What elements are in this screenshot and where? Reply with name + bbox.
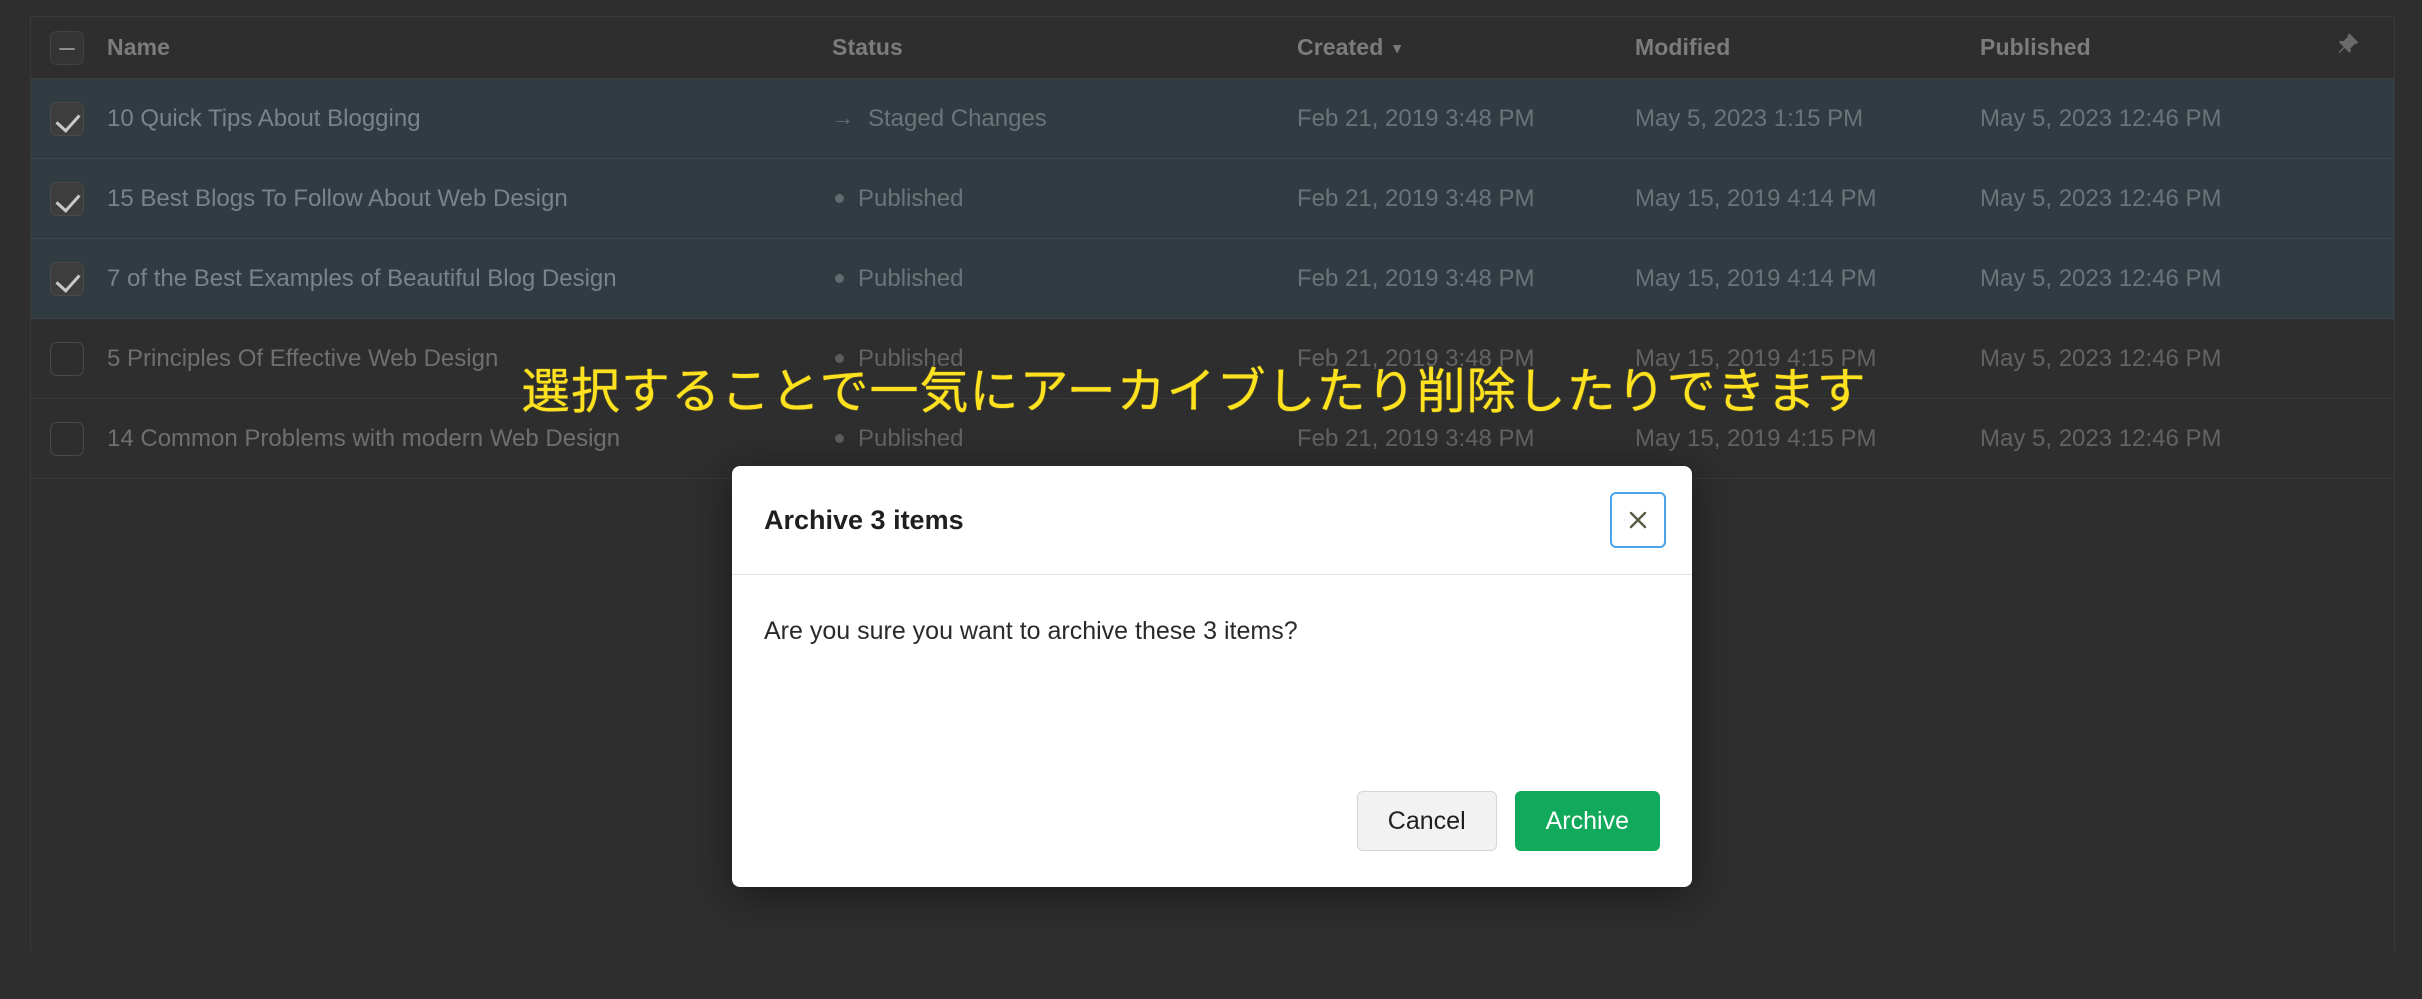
column-header-published[interactable]: Published: [1980, 34, 2302, 61]
row-created-date: Feb 21, 2019 3:48 PM: [1297, 264, 1535, 292]
column-header-status[interactable]: Status: [832, 34, 1297, 61]
row-created-date: Feb 21, 2019 3:48 PM: [1297, 104, 1535, 132]
row-name[interactable]: 15 Best Blogs To Follow About Web Design: [103, 185, 832, 213]
status-dot-icon: [835, 274, 844, 283]
row-status: Published: [832, 425, 1297, 453]
arrow-right-icon: →: [832, 104, 854, 130]
select-all-checkbox-cell[interactable]: [31, 30, 103, 65]
row-status-label: Published: [858, 184, 964, 212]
status-dot-icon: [835, 194, 844, 203]
column-header-created-label: Created: [1297, 34, 1384, 60]
row-checkbox-cell[interactable]: [31, 421, 103, 456]
row-published-date: May 5, 2023 12:46 PM: [1980, 264, 2222, 292]
dialog-header: Archive 3 items: [732, 466, 1692, 575]
row-published-date: May 5, 2023 12:46 PM: [1980, 104, 2222, 132]
status-dot-icon: [835, 434, 844, 443]
row-published-date: May 5, 2023 12:46 PM: [1980, 424, 2222, 452]
close-dialog-button[interactable]: [1610, 492, 1666, 548]
table-row[interactable]: 15 Best Blogs To Follow About Web Design…: [31, 159, 2394, 239]
row-status-label: Published: [858, 424, 964, 452]
dialog-body: Are you sure you want to archive these 3…: [732, 575, 1692, 757]
row-created-date: Feb 21, 2019 3:48 PM: [1297, 184, 1535, 212]
sort-descending-caret-icon[interactable]: ▾: [1393, 39, 1401, 57]
row-checkbox-cell[interactable]: [31, 181, 103, 216]
row-status-label: Published: [858, 264, 964, 292]
row-checkbox-cell[interactable]: [31, 341, 103, 376]
pin-column-button[interactable]: [2302, 32, 2394, 63]
row-checkbox-checked[interactable]: [50, 101, 84, 136]
row-name[interactable]: 7 of the Best Examples of Beautiful Blog…: [103, 265, 832, 293]
dialog-message: Are you sure you want to archive these 3…: [764, 617, 1298, 645]
row-checkbox-cell[interactable]: [31, 101, 103, 136]
row-name[interactable]: 14 Common Problems with modern Web Desig…: [103, 425, 832, 453]
row-checkbox-checked[interactable]: [50, 261, 84, 296]
row-checkbox-unchecked[interactable]: [50, 341, 84, 376]
table-row[interactable]: 10 Quick Tips About Blogging → Staged Chan…: [31, 79, 2394, 159]
table-header-row: Name Status Created ▾ Modified Published: [31, 17, 2394, 79]
row-created-date: Feb 21, 2019 3:48 PM: [1297, 424, 1535, 452]
row-checkbox-checked[interactable]: [50, 181, 84, 216]
row-status: Published: [832, 185, 1297, 213]
row-modified-date: May 15, 2019 4:14 PM: [1635, 264, 1877, 292]
japanese-annotation-overlay: 選択することで一気にアーカイブしたり削除したりできます: [521, 363, 1867, 420]
column-header-created[interactable]: Created ▾: [1297, 34, 1635, 61]
archive-confirmation-dialog: Archive 3 items Are you sure you want to…: [732, 466, 1692, 887]
dialog-title: Archive 3 items: [764, 504, 964, 535]
column-header-name[interactable]: Name: [103, 34, 832, 61]
row-checkbox-unchecked[interactable]: [50, 421, 84, 456]
row-checkbox-cell[interactable]: [31, 261, 103, 296]
row-published-date: May 5, 2023 12:46 PM: [1980, 344, 2222, 372]
row-published-date: May 5, 2023 12:46 PM: [1980, 184, 2222, 212]
archive-button[interactable]: Archive: [1514, 791, 1660, 851]
pin-icon: [2335, 32, 2361, 63]
row-status: → Staged Changes: [832, 105, 1297, 133]
row-modified-date: May 5, 2023 1:15 PM: [1635, 104, 1864, 132]
row-modified-date: May 15, 2019 4:15 PM: [1635, 424, 1877, 452]
select-all-checkbox[interactable]: [50, 30, 84, 65]
row-status-label: Staged Changes: [868, 104, 1047, 132]
row-status: Published: [832, 265, 1297, 293]
column-header-modified[interactable]: Modified: [1635, 34, 1980, 61]
row-modified-date: May 15, 2019 4:14 PM: [1635, 184, 1877, 212]
dialog-footer: Cancel Archive: [732, 757, 1692, 887]
cancel-button[interactable]: Cancel: [1356, 791, 1497, 851]
row-name[interactable]: 10 Quick Tips About Blogging: [103, 105, 832, 133]
table-row[interactable]: 7 of the Best Examples of Beautiful Blog…: [31, 239, 2394, 319]
close-icon: [1626, 508, 1650, 532]
